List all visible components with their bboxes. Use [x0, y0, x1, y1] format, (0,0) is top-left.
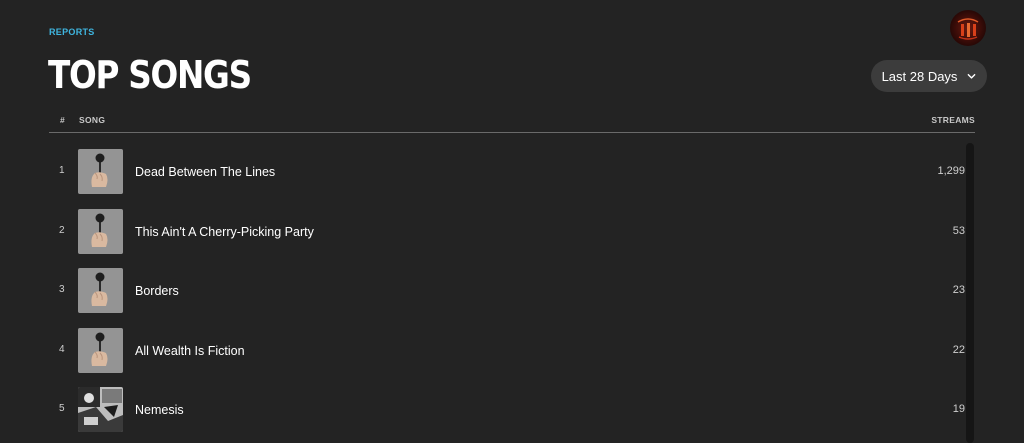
stream-count: 1,299 — [937, 165, 965, 177]
breadcrumb-reports[interactable]: REPORTS — [49, 27, 95, 37]
row-rank: 4 — [59, 343, 65, 355]
table-row[interactable]: 4 All Wealth Is Fiction 22 — [49, 322, 965, 382]
avatar-image — [950, 10, 986, 46]
stream-count: 23 — [952, 284, 965, 296]
row-rank: 1 — [59, 165, 65, 176]
song-title[interactable]: Borders — [135, 284, 179, 298]
song-title[interactable]: This Ain't A Cherry-Picking Party — [135, 225, 314, 239]
album-art-hand-mic — [78, 149, 123, 194]
album-art-hand-mic — [78, 268, 123, 313]
row-rank: 2 — [59, 224, 65, 236]
table-row[interactable]: 1 Dead Between The Lines 1,299 — [49, 143, 965, 203]
column-header-song[interactable]: SONG — [79, 115, 105, 125]
table-row[interactable]: 3 Borders 23 — [49, 262, 965, 322]
album-art-bw-collage — [78, 387, 123, 432]
table-row[interactable]: 5 Nemesis 19 — [49, 381, 965, 441]
column-header-rank: # — [60, 115, 66, 125]
date-range-select[interactable]: Last 28 Days — [871, 60, 987, 92]
stream-count: 53 — [952, 224, 965, 237]
table-header: # SONG STREAMS — [49, 110, 975, 133]
row-rank: 5 — [59, 403, 65, 414]
scrollbar[interactable] — [966, 143, 974, 443]
song-title[interactable]: Dead Between The Lines — [135, 165, 275, 179]
album-art-hand-mic — [78, 208, 123, 254]
song-list: 1 Dead Between The Lines 1,299 2 This Ai… — [49, 143, 965, 441]
chevron-down-icon — [968, 73, 976, 79]
row-rank: 3 — [59, 284, 65, 295]
avatar[interactable] — [950, 10, 986, 46]
table-row[interactable]: 2 This Ain't A Cherry-Picking Party 53 — [49, 203, 965, 263]
date-range-label: Last 28 Days — [881, 68, 958, 84]
album-art-hand-mic — [78, 327, 123, 373]
song-title[interactable]: All Wealth Is Fiction — [135, 344, 245, 358]
column-header-streams[interactable]: STREAMS — [931, 115, 975, 125]
top-songs-page: REPORTS TOP SONGS Last 28 Days # SONG ST… — [0, 0, 1024, 443]
stream-count: 22 — [952, 343, 965, 356]
stream-count: 19 — [952, 403, 965, 415]
song-title[interactable]: Nemesis — [135, 403, 184, 417]
page-title: TOP SONGS — [48, 53, 252, 97]
